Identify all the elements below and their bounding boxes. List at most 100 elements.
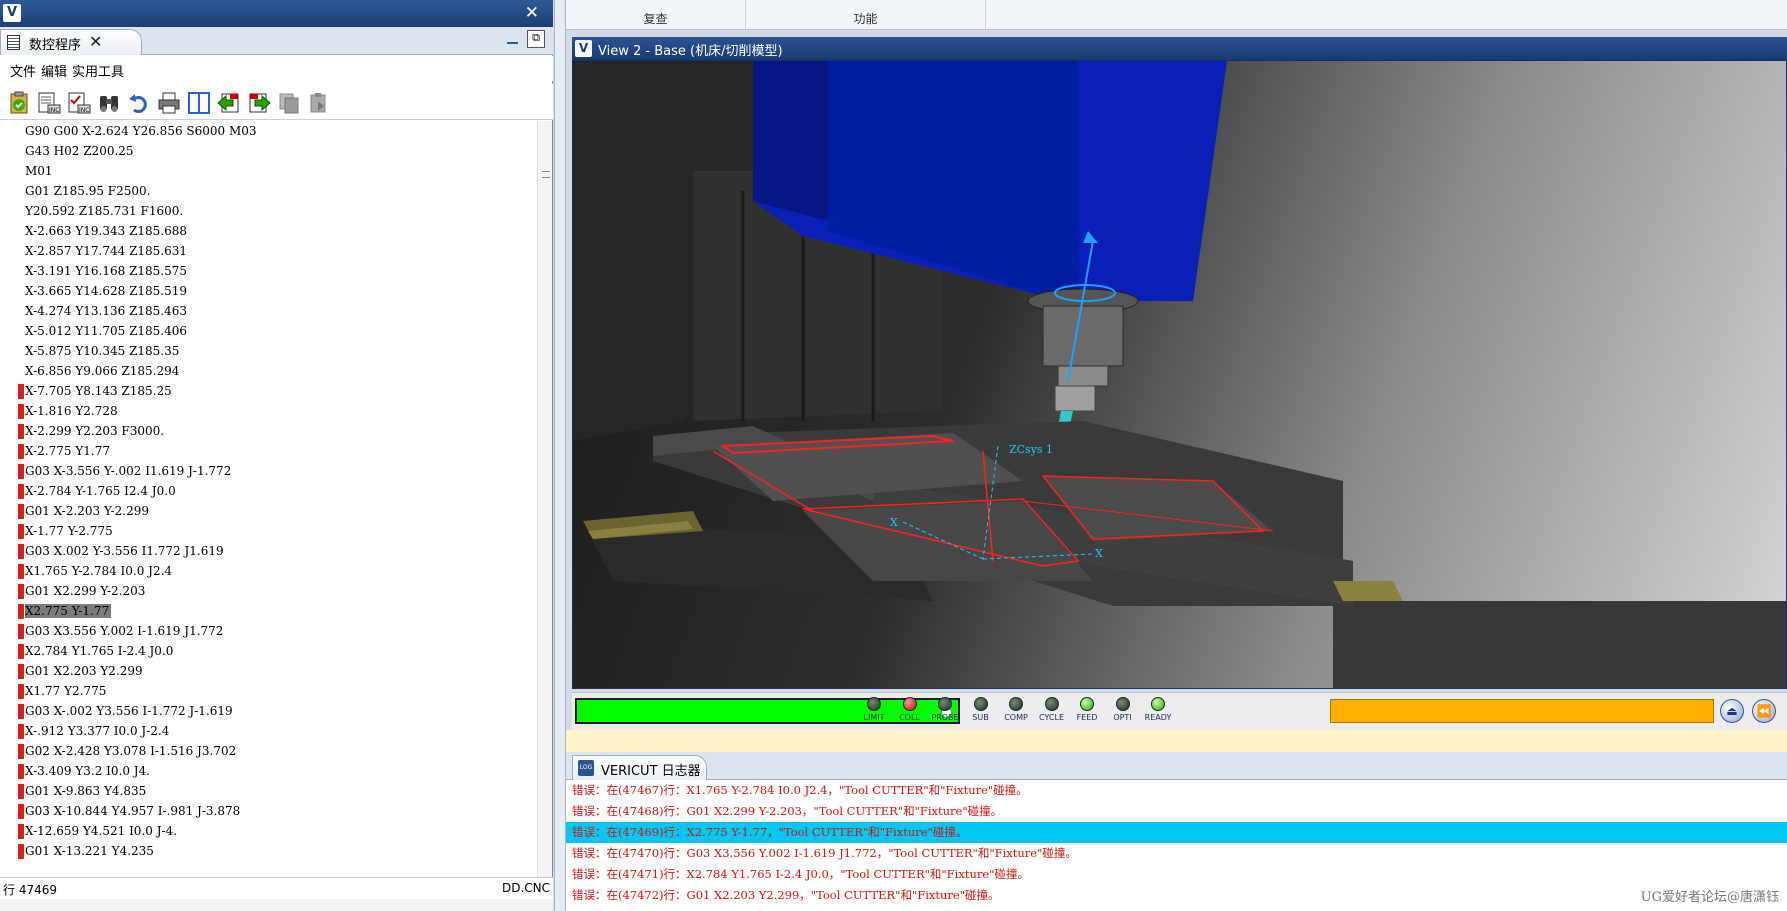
code-line[interactable]: X-2.663 Y19.343 Z185.688 — [0, 221, 537, 241]
led-label: OPTI — [1113, 713, 1132, 722]
log-line[interactable]: 错误：在(47467)行：X1.765 Y-2.784 I0.0 J2.4，"T… — [566, 780, 1787, 801]
led-cycle: CYCLE — [1033, 695, 1071, 729]
panel-splitter[interactable] — [554, 0, 566, 911]
code-line[interactable]: X-5.875 Y10.345 Z185.35 — [0, 341, 537, 361]
code-text: X-5.012 Y11.705 Z185.406 — [25, 324, 188, 338]
tab-vericut-logger[interactable]: LOG VERICUT 日志器 — [572, 755, 707, 780]
minimize-icon[interactable] — [507, 33, 518, 44]
code-line[interactable]: X-3.409 Y3.2 I0.0 J4. — [0, 761, 537, 781]
collision-marker — [18, 784, 24, 799]
log-line[interactable]: 错误：在(47469)行：X2.775 Y-1.77，"Tool CUTTER"… — [566, 822, 1787, 843]
binoculars-icon[interactable] — [96, 90, 122, 116]
log-line[interactable]: 错误：在(47470)行：G03 X3.556 Y.002 I-1.619 J1… — [566, 843, 1787, 864]
code-line[interactable]: G43 H02 Z200.25 — [0, 141, 537, 161]
window-close-icon[interactable]: ✕ — [525, 2, 539, 24]
code-line[interactable]: X-3.665 Y14.628 Z185.519 — [0, 281, 537, 301]
menu-file[interactable]: 文件 — [10, 61, 36, 80]
code-line[interactable]: X-.912 Y3.377 I0.0 J-2.4 — [0, 721, 537, 741]
nc-code-editor[interactable]: G90 G00 X-2.624 Y26.856 S6000 M03 G43 H02… — [0, 121, 537, 877]
nc-check-icon[interactable]: INC — [66, 90, 92, 116]
undo-icon[interactable] — [126, 90, 152, 116]
copy-disabled-icon[interactable] — [276, 90, 302, 116]
collision-marker — [18, 764, 24, 779]
restore-window-icon[interactable]: ⧉ — [527, 30, 545, 48]
log-icon: LOG — [578, 760, 594, 776]
code-text: X-6.856 Y9.066 Z185.294 — [25, 364, 180, 378]
code-line[interactable]: X-2.784 Y-1.765 I2.4 J0.0 — [0, 481, 537, 501]
log-line[interactable]: 错误：在(47468)行：G01 X2.299 Y-2.203，"Tool CU… — [566, 801, 1787, 822]
collision-marker — [18, 444, 24, 459]
tab-nc-program[interactable]: 数控程序 ✕ — [0, 29, 142, 55]
code-line[interactable]: G01 Z185.95 F2500. — [0, 181, 537, 201]
code-line[interactable]: X-2.775 Y1.77 — [0, 441, 537, 461]
code-line[interactable]: G01 X2.299 Y-2.203 — [0, 581, 537, 601]
led-label: COMP — [1004, 713, 1028, 722]
collision-marker — [18, 564, 24, 579]
log-line[interactable]: 错误：在(47472)行：G01 X2.203 Y2.299，"Tool CUT… — [566, 885, 1787, 906]
vertical-scrollbar[interactable] — [537, 121, 552, 877]
code-line[interactable]: X-1.816 Y2.728 — [0, 401, 537, 421]
code-text: X-2.857 Y17.744 Z185.631 — [25, 244, 188, 258]
tab-close-icon[interactable]: ✕ — [89, 32, 102, 51]
code-line[interactable]: X2.784 Y1.765 I-2.4 J0.0 — [0, 641, 537, 661]
paste-disabled-icon[interactable] — [306, 90, 332, 116]
led-feed: FEED — [1068, 695, 1106, 729]
print-icon[interactable] — [156, 90, 182, 116]
log-line[interactable]: 错误：在(47471)行：X2.784 Y1.765 I-2.4 J0.0，"T… — [566, 864, 1787, 885]
led-bulb-icon — [1044, 697, 1059, 711]
code-text: X1.765 Y-2.784 I0.0 J2.4 — [25, 564, 173, 578]
code-text: X-1.816 Y2.728 — [25, 404, 118, 418]
code-text: X-3.191 Y16.168 Z185.575 — [25, 264, 188, 278]
code-line[interactable]: X2.775 Y-1.77 — [0, 601, 537, 621]
code-line[interactable]: X-4.274 Y13.136 Z185.463 — [0, 301, 537, 321]
code-text: G01 Z185.95 F2500. — [25, 184, 151, 198]
led-label: COLL — [899, 713, 920, 722]
code-line[interactable]: X-5.012 Y11.705 Z185.406 — [0, 321, 537, 341]
code-line[interactable]: G90 G00 X-2.624 Y26.856 S6000 M03 — [0, 121, 537, 141]
code-line[interactable]: X-7.705 Y8.143 Z185.25 — [0, 381, 537, 401]
menu-edit[interactable]: 编辑 — [41, 61, 67, 80]
log-messages[interactable]: 错误：在(47467)行：X1.765 Y-2.784 I0.0 J2.4，"T… — [566, 780, 1787, 911]
code-line[interactable]: X-2.299 Y2.203 F3000. — [0, 421, 537, 441]
eject-icon[interactable]: ⏏ — [1720, 699, 1744, 723]
code-line[interactable]: X-12.659 Y4.521 I0.0 J-4. — [0, 821, 537, 841]
led-label: PROBE — [931, 713, 959, 722]
code-line[interactable]: X1.77 Y2.775 — [0, 681, 537, 701]
code-line[interactable]: G03 X-10.844 Y4.957 I-.981 J-3.878 — [0, 801, 537, 821]
code-line[interactable]: X-3.191 Y16.168 Z185.575 — [0, 261, 537, 281]
code-line[interactable]: G01 X-9.863 Y4.835 — [0, 781, 537, 801]
step-forward-icon[interactable] — [246, 90, 272, 116]
code-line[interactable]: X1.765 Y-2.784 I0.0 J2.4 — [0, 561, 537, 581]
collision-marker — [18, 644, 24, 659]
code-line[interactable]: X-1.77 Y-2.775 — [0, 521, 537, 541]
code-line[interactable]: G03 X-3.556 Y-.002 I1.619 J-1.772 — [0, 461, 537, 481]
code-line[interactable]: G01 X2.203 Y2.299 — [0, 661, 537, 681]
code-line[interactable]: X-2.857 Y17.744 Z185.631 — [0, 241, 537, 261]
code-line[interactable]: Y20.592 Z185.731 F1600. — [0, 201, 537, 221]
ribbon-group-review: 复查 — [566, 0, 746, 30]
collision-marker — [18, 604, 24, 619]
toolbar: INC INC — [0, 84, 553, 120]
code-line[interactable]: G01 X-2.203 Y-2.299 — [0, 501, 537, 521]
split-view-icon[interactable] — [186, 90, 212, 116]
3d-viewport[interactable]: ZCsys 1 X X — [572, 60, 1787, 689]
code-line[interactable]: X-6.856 Y9.066 Z185.294 — [0, 361, 537, 381]
clipboard-check-icon[interactable] — [6, 90, 32, 116]
current-line-number: 行 47469 — [3, 883, 57, 897]
code-line[interactable]: G02 X-2.428 Y3.078 I-1.516 J3.702 — [0, 741, 537, 761]
code-line[interactable]: G03 X.002 Y-3.556 I1.772 J1.619 — [0, 541, 537, 561]
menu-utilities[interactable]: 实用工具 — [72, 61, 124, 80]
rewind-icon[interactable]: ⏪ — [1752, 699, 1776, 723]
log-tab-label: VERICUT 日志器 — [601, 764, 701, 779]
code-line[interactable]: G01 X-13.221 Y4.235 — [0, 841, 537, 861]
code-line[interactable]: M01 — [0, 161, 537, 181]
code-line[interactable]: G03 X-.002 Y3.556 I-1.772 J-1.619 — [0, 701, 537, 721]
nc-file-icon[interactable]: INC — [36, 90, 62, 116]
scrollbar-thumb[interactable] — [542, 171, 550, 178]
code-line[interactable]: G03 X3.556 Y.002 I-1.619 J1.772 — [0, 621, 537, 641]
code-text: G01 X2.299 Y-2.203 — [25, 584, 146, 598]
panel-gap — [566, 730, 1787, 752]
svg-text:INC: INC — [49, 107, 59, 114]
step-back-icon[interactable] — [216, 90, 242, 116]
code-text: X-12.659 Y4.521 I0.0 J-4. — [25, 824, 178, 838]
